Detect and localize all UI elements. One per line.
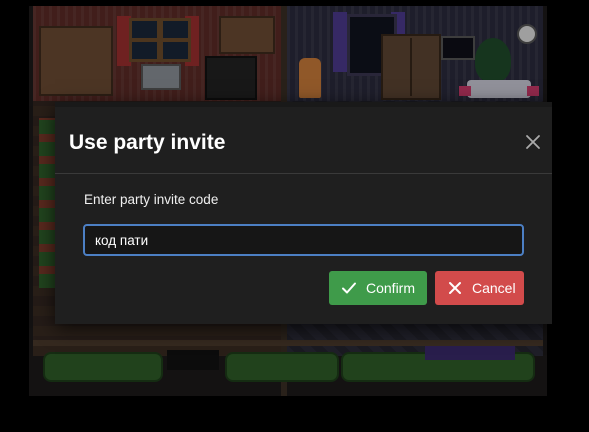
- checkmark-icon: [341, 280, 357, 296]
- cancel-label: Cancel: [472, 280, 516, 296]
- party-invite-dialog: Use party invite Enter party invite code…: [55, 102, 552, 324]
- x-icon: [447, 280, 463, 296]
- close-button[interactable]: [522, 131, 544, 153]
- confirm-button[interactable]: Confirm: [329, 271, 427, 305]
- dialog-title: Use party invite: [69, 131, 226, 154]
- cancel-button[interactable]: Cancel: [435, 271, 524, 305]
- close-icon: [522, 131, 544, 153]
- invite-code-input[interactable]: [83, 224, 524, 256]
- invite-code-label: Enter party invite code: [84, 192, 219, 207]
- dialog-body: Enter party invite code Confirm Cancel: [55, 174, 552, 324]
- confirm-label: Confirm: [366, 280, 416, 296]
- dialog-header: Use party invite: [55, 107, 552, 174]
